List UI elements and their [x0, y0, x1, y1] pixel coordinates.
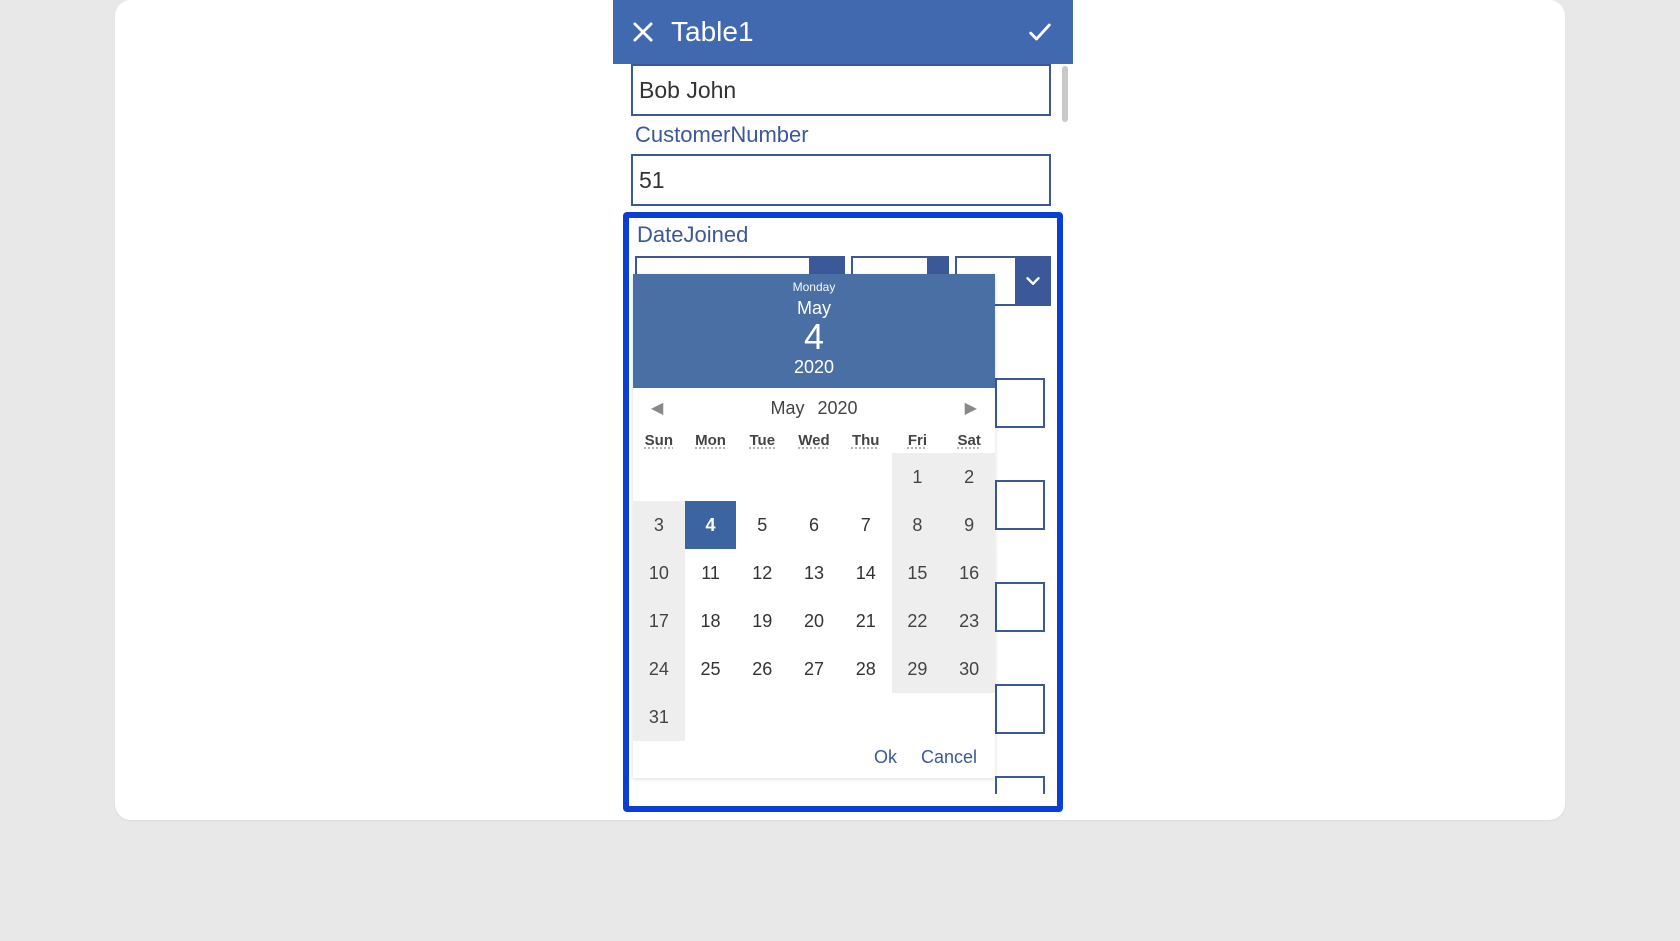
calendar-day	[788, 453, 840, 501]
calendar-day	[685, 453, 737, 501]
calendar-dow: Fri	[892, 428, 944, 453]
calendar-day	[788, 693, 840, 741]
hidden-field[interactable]	[995, 776, 1045, 794]
calendar-ok-button[interactable]: Ok	[874, 747, 897, 768]
calendar-day[interactable]: 8	[892, 501, 944, 549]
app-topbar: Table1	[613, 0, 1073, 64]
calendar-dow: Thu	[840, 428, 892, 453]
calendar-day[interactable]: 27	[788, 645, 840, 693]
calendar-day[interactable]: 14	[840, 549, 892, 597]
calendar-dow: Tue	[736, 428, 788, 453]
calendar-day	[685, 693, 737, 741]
calendar-day	[633, 453, 685, 501]
calendar-footer: Ok Cancel	[633, 741, 995, 778]
chevron-down-icon[interactable]	[1015, 256, 1051, 306]
calendar-day[interactable]: 6	[788, 501, 840, 549]
calendar-day[interactable]: 10	[633, 549, 685, 597]
calendar-day[interactable]: 1	[892, 453, 944, 501]
calendar-day[interactable]: 23	[943, 597, 995, 645]
calendar-day[interactable]: 2	[943, 453, 995, 501]
next-month-icon[interactable]: ▶	[957, 394, 985, 422]
calendar-body: 1234567891011121314151617181920212223242…	[633, 453, 995, 741]
calendar-day[interactable]: 19	[736, 597, 788, 645]
calendar-day[interactable]: 12	[736, 549, 788, 597]
calendar-day[interactable]: 4	[685, 501, 737, 549]
selected-day: 4	[633, 319, 995, 355]
name-input[interactable]	[631, 64, 1051, 116]
calendar-day[interactable]: 24	[633, 645, 685, 693]
screenshot-card: Table1 CustomerNumber DateJoined	[115, 0, 1565, 820]
calendar-day	[840, 453, 892, 501]
selected-year: 2020	[633, 357, 995, 378]
calendar-day[interactable]: 9	[943, 501, 995, 549]
calendar-day[interactable]: 26	[736, 645, 788, 693]
calendar-header: Monday May 4 2020	[633, 274, 995, 388]
date-joined-label: DateJoined	[635, 222, 1051, 256]
calendar-day[interactable]: 28	[840, 645, 892, 693]
calendar-nav: ◀ May 2020 ▶	[633, 388, 995, 428]
calendar-popup: Monday May 4 2020 ◀ May 2020 ▶ SunMonTue…	[633, 274, 995, 778]
hidden-field[interactable]	[995, 378, 1045, 428]
scrollbar-thumb[interactable]	[1062, 66, 1068, 122]
customer-number-group: CustomerNumber	[631, 122, 1055, 206]
form-area: CustomerNumber DateJoined	[613, 64, 1073, 820]
calendar-day	[736, 453, 788, 501]
calendar-day[interactable]: 7	[840, 501, 892, 549]
calendar-day[interactable]: 21	[840, 597, 892, 645]
calendar-day[interactable]: 16	[943, 549, 995, 597]
calendar-day[interactable]: 30	[943, 645, 995, 693]
submit-check-icon[interactable]	[1023, 18, 1057, 46]
prev-month-icon[interactable]: ◀	[643, 394, 671, 422]
customer-number-input[interactable]	[631, 154, 1051, 206]
calendar-day[interactable]: 3	[633, 501, 685, 549]
calendar-day[interactable]: 22	[892, 597, 944, 645]
selected-dayofweek: Monday	[633, 280, 995, 294]
calendar-dow: Wed	[788, 428, 840, 453]
calendar-day[interactable]: 11	[685, 549, 737, 597]
hidden-field[interactable]	[995, 480, 1045, 530]
calendar-day[interactable]: 20	[788, 597, 840, 645]
page-title: Table1	[657, 16, 1023, 48]
calendar-cancel-button[interactable]: Cancel	[921, 747, 977, 768]
calendar-day[interactable]: 17	[633, 597, 685, 645]
calendar-dow: Sun	[633, 428, 685, 453]
customer-number-label: CustomerNumber	[631, 122, 1055, 148]
calendar-month-year[interactable]: May 2020	[766, 398, 861, 419]
calendar-day[interactable]: 18	[685, 597, 737, 645]
calendar-day	[943, 693, 995, 741]
calendar-day	[892, 693, 944, 741]
app-frame: Table1 CustomerNumber DateJoined	[613, 0, 1073, 820]
calendar-day[interactable]: 15	[892, 549, 944, 597]
calendar-day	[840, 693, 892, 741]
date-joined-section: DateJoined	[623, 212, 1063, 812]
calendar-dow-row: SunMonTueWedThuFriSat	[633, 428, 995, 453]
calendar-day	[736, 693, 788, 741]
calendar-day[interactable]: 29	[892, 645, 944, 693]
name-field-group	[631, 64, 1055, 116]
hidden-field[interactable]	[995, 582, 1045, 632]
calendar-dow: Mon	[685, 428, 737, 453]
calendar-day[interactable]: 13	[788, 549, 840, 597]
hidden-field[interactable]	[995, 684, 1045, 734]
close-icon[interactable]	[629, 18, 657, 46]
calendar-day[interactable]: 25	[685, 645, 737, 693]
calendar-day[interactable]: 5	[736, 501, 788, 549]
calendar-day[interactable]: 31	[633, 693, 685, 741]
calendar-dow: Sat	[943, 428, 995, 453]
